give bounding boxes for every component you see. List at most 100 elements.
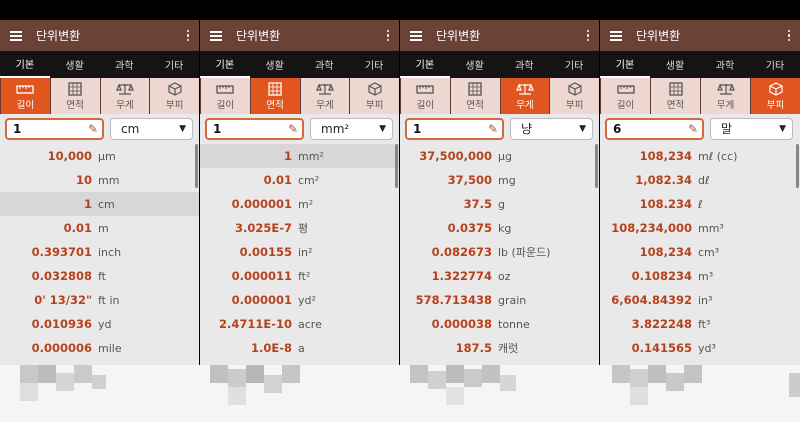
result-value: 6,604.84392 <box>611 293 692 307</box>
category-0[interactable]: 길이 <box>601 78 650 114</box>
result-row[interactable]: 3.025E-7 평 <box>200 216 399 240</box>
result-row[interactable]: 10 mm <box>0 168 199 192</box>
value-input[interactable]: 6 ✎ <box>605 117 704 140</box>
result-row[interactable]: 0.393701 inch <box>0 240 199 264</box>
result-row[interactable]: 2.4711E-10 acre <box>200 312 399 336</box>
ruler-icon <box>616 82 635 97</box>
result-row[interactable]: 578.713438 grain <box>400 288 599 312</box>
result-row[interactable]: 0.000038 tonne <box>400 312 599 336</box>
pencil-icon[interactable]: ✎ <box>88 122 98 136</box>
result-row[interactable]: 3.822248 ft³ <box>600 312 800 336</box>
unit-select[interactable]: mm² ▼ <box>310 117 393 140</box>
result-row[interactable]: 0.000001 yd² <box>200 288 399 312</box>
scrollbar[interactable] <box>796 144 799 188</box>
result-row[interactable]: 0.108234 m³ <box>600 264 800 288</box>
result-row[interactable]: 0.000011 ft² <box>200 264 399 288</box>
category-1[interactable]: 면적 <box>651 78 700 114</box>
more-options-icon[interactable] <box>583 29 593 42</box>
result-row[interactable]: 108,234 cm³ <box>600 240 800 264</box>
tab-0[interactable]: 기본 <box>600 51 650 78</box>
result-row[interactable]: 1.0E-8 a <box>200 336 399 360</box>
result-unit: yd <box>98 317 112 331</box>
tab-0[interactable]: 기본 <box>400 51 450 78</box>
unit-select[interactable]: 냥 ▼ <box>510 117 593 140</box>
result-row[interactable]: 1.322774 oz <box>400 264 599 288</box>
scrollbar[interactable] <box>395 144 398 188</box>
result-row[interactable]: 0.141565 yd³ <box>600 336 800 360</box>
category-2[interactable]: 무게 <box>500 78 550 114</box>
result-row[interactable]: 0.000001 m² <box>200 192 399 216</box>
result-row[interactable]: 37.5 g <box>400 192 599 216</box>
result-row[interactable]: 37,500,000 µg <box>400 144 599 168</box>
more-options-icon[interactable] <box>383 29 393 42</box>
category-1[interactable]: 면적 <box>450 78 500 114</box>
result-unit: mg <box>498 173 516 187</box>
menu-icon[interactable] <box>210 30 222 41</box>
result-row[interactable]: 1 cm <box>0 192 199 216</box>
tab-0[interactable]: 기본 <box>0 51 50 78</box>
category-2[interactable]: 무게 <box>300 78 350 114</box>
tab-2[interactable]: 과학 <box>700 51 750 78</box>
blur-block <box>20 365 38 383</box>
result-row[interactable]: 108,234,000 mm³ <box>600 216 800 240</box>
result-row[interactable]: 0.082673 lb (파운드) <box>400 240 599 264</box>
result-row[interactable]: 0.00155 in² <box>200 240 399 264</box>
category-0[interactable]: 길이 <box>201 78 250 114</box>
result-row[interactable]: 0.032808 ft <box>0 264 199 288</box>
result-row[interactable]: 1 mm² <box>200 144 399 168</box>
pencil-icon[interactable]: ✎ <box>488 122 498 136</box>
result-row[interactable]: 187.5 캐럿 <box>400 336 599 360</box>
category-3[interactable]: 부피 <box>350 78 399 114</box>
category-3[interactable]: 부피 <box>550 78 599 114</box>
category-2[interactable]: 무게 <box>701 78 750 114</box>
pencil-icon[interactable]: ✎ <box>688 122 698 136</box>
result-row[interactable]: 108.234 ℓ <box>600 192 800 216</box>
pencil-icon[interactable]: ✎ <box>288 122 298 136</box>
value-input[interactable]: 1 ✎ <box>5 117 104 140</box>
result-row[interactable]: 0.0375 kg <box>400 216 599 240</box>
category-0[interactable]: 길이 <box>401 78 450 114</box>
scrollbar[interactable] <box>595 144 598 188</box>
tab-3[interactable]: 기타 <box>149 51 199 78</box>
more-options-icon[interactable] <box>784 29 794 42</box>
tab-3[interactable]: 기타 <box>549 51 599 78</box>
result-list: 1 mm² 0.01 cm² 0.000001 m² 3.025E-7 평 0.00155 in²… <box>200 144 399 384</box>
value-input[interactable]: 1 ✎ <box>405 117 504 140</box>
tab-3[interactable]: 기타 <box>349 51 399 78</box>
menu-icon[interactable] <box>410 30 422 41</box>
scrollbar[interactable] <box>195 144 198 188</box>
app-bar: 단위변환 <box>600 20 800 51</box>
menu-icon[interactable] <box>10 30 22 41</box>
result-row[interactable]: 0.010936 yd <box>0 312 199 336</box>
category-0[interactable]: 길이 <box>1 78 50 114</box>
category-1[interactable]: 면적 <box>50 78 100 114</box>
tab-0[interactable]: 기본 <box>200 51 250 78</box>
category-1[interactable]: 면적 <box>250 78 300 114</box>
category-bar: 길이 면적 무게 부피 <box>200 78 399 114</box>
tab-3[interactable]: 기타 <box>750 51 800 78</box>
tab-1[interactable]: 생활 <box>450 51 500 78</box>
tab-2[interactable]: 과학 <box>500 51 550 78</box>
result-row[interactable]: 0.01 cm² <box>200 168 399 192</box>
tab-1[interactable]: 생활 <box>50 51 100 78</box>
category-3[interactable]: 부피 <box>150 78 199 114</box>
tab-1[interactable]: 생활 <box>650 51 700 78</box>
category-3[interactable]: 부피 <box>751 78 800 114</box>
unit-select[interactable]: cm ▼ <box>110 117 193 140</box>
result-row[interactable]: 108,234 mℓ (cc) <box>600 144 800 168</box>
tab-2[interactable]: 과학 <box>100 51 150 78</box>
result-row[interactable]: 10,000 µm <box>0 144 199 168</box>
tab-2[interactable]: 과학 <box>300 51 350 78</box>
result-row[interactable]: 0.01 m <box>0 216 199 240</box>
result-row[interactable]: 0.000006 mile <box>0 336 199 360</box>
unit-select[interactable]: 말 ▼ <box>710 117 793 140</box>
category-2[interactable]: 무게 <box>100 78 150 114</box>
value-input[interactable]: 1 ✎ <box>205 117 304 140</box>
result-row[interactable]: 37,500 mg <box>400 168 599 192</box>
result-row[interactable]: 6,604.84392 in³ <box>600 288 800 312</box>
more-options-icon[interactable] <box>183 29 193 42</box>
result-row[interactable]: 1,082.34 dℓ <box>600 168 800 192</box>
menu-icon[interactable] <box>610 30 622 41</box>
result-row[interactable]: 0' 13/32" ft in <box>0 288 199 312</box>
tab-1[interactable]: 생활 <box>250 51 300 78</box>
